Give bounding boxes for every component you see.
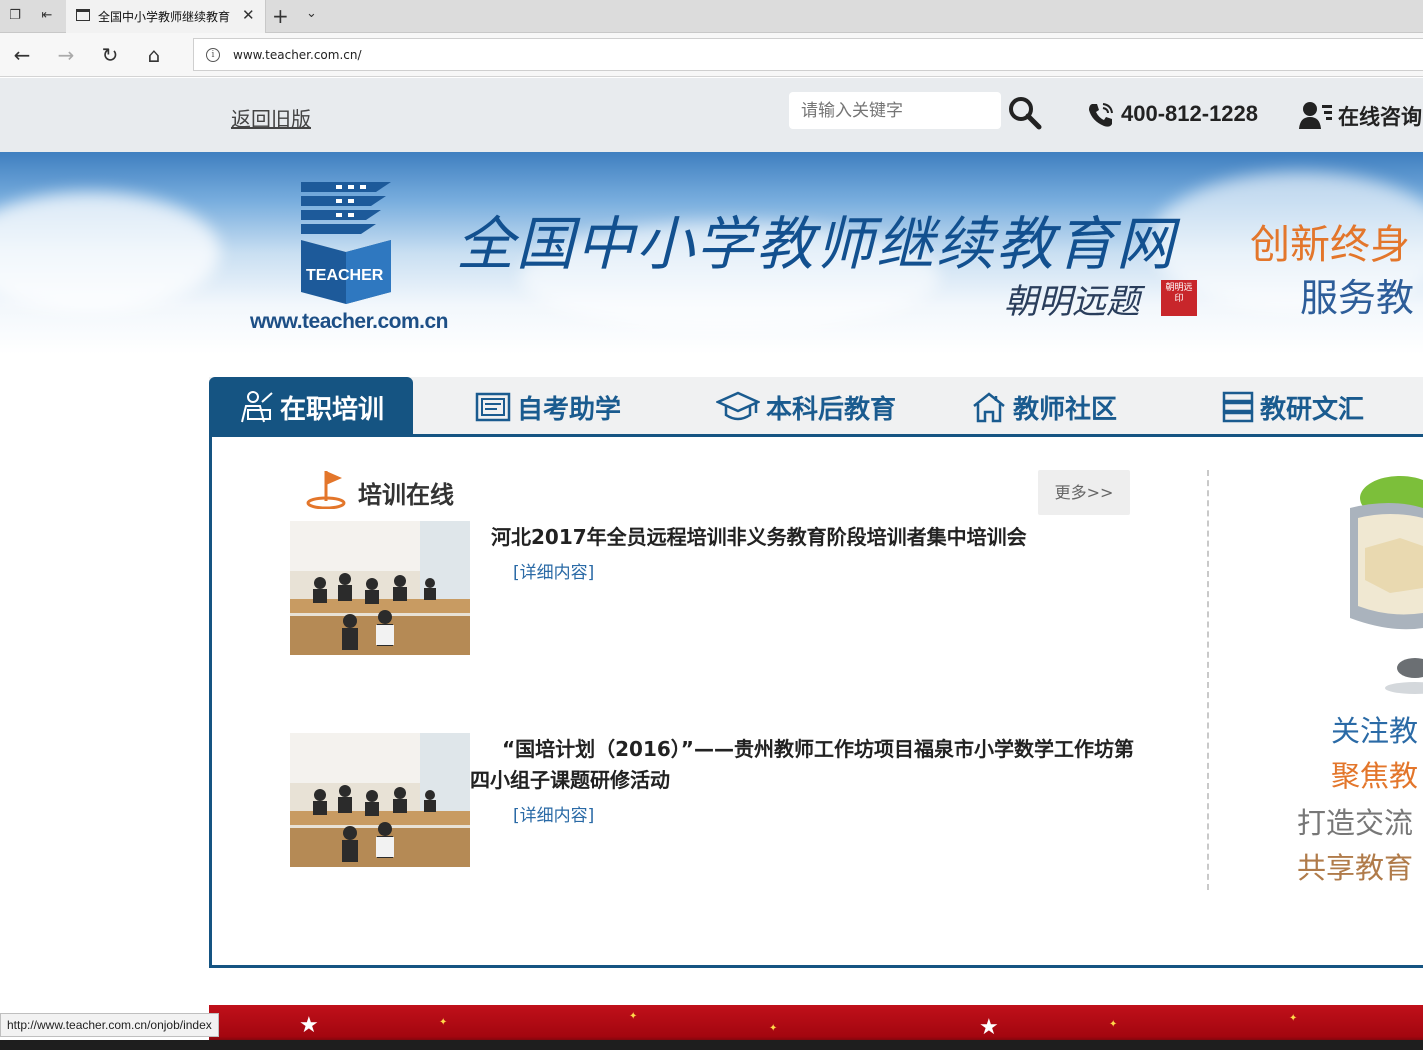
news-detail-link[interactable]: [详细内容] — [513, 801, 594, 826]
graduation-cap-icon — [716, 391, 760, 421]
tab-self-study[interactable]: 自考助学 — [475, 377, 621, 437]
tab-title: 全国中小学教师继续教育 — [98, 10, 231, 24]
site-info-icon[interactable]: i — [206, 48, 220, 62]
banner-signature: 朝明远题 — [1004, 282, 1140, 322]
status-bar-url: http://www.teacher.com.cn/onjob/index — [0, 1013, 219, 1037]
site-banner: TEACHER www.teacher.com.cn 全国中小学教师继续教育网 … — [0, 152, 1423, 377]
back-icon[interactable]: ← — [8, 41, 36, 69]
teacher-training-icon — [241, 391, 273, 423]
search-input[interactable] — [789, 92, 1001, 129]
logo-url-text: www.teacher.com.cn — [250, 310, 448, 333]
section-title: 培训在线 — [358, 481, 454, 509]
tab-postgraduate[interactable]: 本科后教育 — [716, 377, 896, 437]
address-bar-row: ← → ↻ ⌂ i www.teacher.com.cn/ — [0, 33, 1423, 77]
more-button[interactable]: 更多>> — [1038, 470, 1130, 515]
search-icon[interactable] — [1006, 94, 1042, 130]
sparkle: ✦ — [629, 1011, 638, 1022]
news-title[interactable]: 河北2017年全员远程培训非义务教育阶段培训者集中培训会 — [491, 522, 1027, 553]
tab-label: 自考助学 — [517, 394, 622, 425]
set-aside-tabs-icon[interactable]: ⇤ — [38, 7, 56, 25]
news-title-line1[interactable]: “国培计划（2016）”——贵州教师工作坊项目福泉市小学数学工作坊第 — [502, 734, 1134, 765]
old-version-link[interactable]: 返回旧版 — [231, 103, 311, 132]
side-slogan-4: 共享教育 — [1297, 851, 1414, 885]
new-tab-icon[interactable]: + — [272, 4, 289, 28]
sparkle: ✦ — [1109, 1019, 1118, 1030]
sparkle: ✦ — [439, 1017, 448, 1028]
forward-icon[interactable]: → — [52, 41, 80, 69]
content-panel: 培训在线 更多>> 河北2017年全员远程培训非义务教育阶段培训者集中培训会 [… — [209, 437, 1423, 968]
news-title-line2[interactable]: 四小组子课题研修活动 — [470, 765, 670, 796]
refresh-icon[interactable]: ↻ — [96, 41, 124, 69]
online-consult-link[interactable]: 在线咨询 — [1338, 101, 1422, 131]
side-slogan-2: 聚焦教 — [1331, 759, 1419, 793]
side-slogan-1: 关注教 — [1331, 714, 1419, 748]
certificate-icon — [475, 392, 511, 422]
sparkle: ✦ — [769, 1023, 778, 1034]
home-icon[interactable]: ⌂ — [140, 41, 168, 69]
online-consult-icon[interactable] — [1299, 100, 1333, 130]
tab-research-collection[interactable]: 教研文汇 — [1222, 377, 1364, 437]
banner-slogan-line2: 服务教 — [1300, 276, 1415, 320]
tab-label: 教研文汇 — [1260, 394, 1365, 425]
close-tab-icon[interactable]: ✕ — [242, 6, 255, 24]
tab-teacher-community[interactable]: 教师社区 — [971, 377, 1117, 437]
flag-icon — [306, 471, 346, 509]
url-text: www.teacher.com.cn/ — [233, 48, 362, 62]
svg-text:TEACHER: TEACHER — [306, 267, 384, 284]
classroom-photo — [290, 733, 470, 867]
news-detail-link[interactable]: [详细内容] — [513, 558, 594, 583]
tab-actions-icon[interactable]: ❐ — [6, 7, 24, 25]
phone-icon — [1089, 103, 1113, 127]
sparkle: ★ — [299, 1013, 319, 1038]
page-icon — [76, 9, 90, 21]
tab-label: 在职培训 — [279, 394, 384, 425]
tab-onjob-training[interactable]: 在职培训 — [209, 377, 413, 437]
tab-label: 本科后教育 — [766, 394, 897, 425]
computer-book-illustration — [1350, 476, 1423, 694]
tab-label: 教师社区 — [1013, 394, 1118, 425]
bottom-strip — [0, 1040, 1423, 1050]
classroom-photo — [290, 521, 470, 655]
dashed-divider — [1207, 470, 1209, 890]
teacher-logo-icon[interactable]: TEACHER — [296, 182, 396, 307]
main-nav: 在职培训 自考助学 本科后教育 教师社区 教研文汇 — [209, 377, 1423, 437]
sparkle: ✦ — [1289, 1013, 1298, 1024]
phone-number: 400-812-1228 — [1121, 101, 1259, 126]
site-top-bar: 返回旧版 400-812-1228 在线咨询 — [0, 78, 1423, 152]
news-thumbnail[interactable] — [290, 521, 470, 655]
home-icon — [973, 392, 1005, 423]
news-thumbnail[interactable] — [290, 733, 470, 867]
server-stack-icon — [1222, 391, 1254, 423]
red-seal: 朝明远印 — [1161, 280, 1197, 316]
side-slogan-3: 打造交流 — [1297, 806, 1414, 840]
banner-cloud — [0, 192, 220, 312]
url-field[interactable]: i www.teacher.com.cn/ — [193, 38, 1423, 71]
sparkle: ★ — [979, 1015, 999, 1040]
banner-slogan-line1: 创新终身 — [1250, 222, 1410, 268]
browser-tab-active[interactable]: 全国中小学教师继续教育 ✕ — [66, 0, 266, 33]
browser-tab-bar: ❐ ⇤ 全国中小学教师继续教育 ✕ + ⌄ — [0, 0, 1423, 33]
banner-title: 全国中小学教师继续教育网 — [456, 210, 1177, 278]
chevron-down-icon[interactable]: ⌄ — [306, 6, 317, 21]
